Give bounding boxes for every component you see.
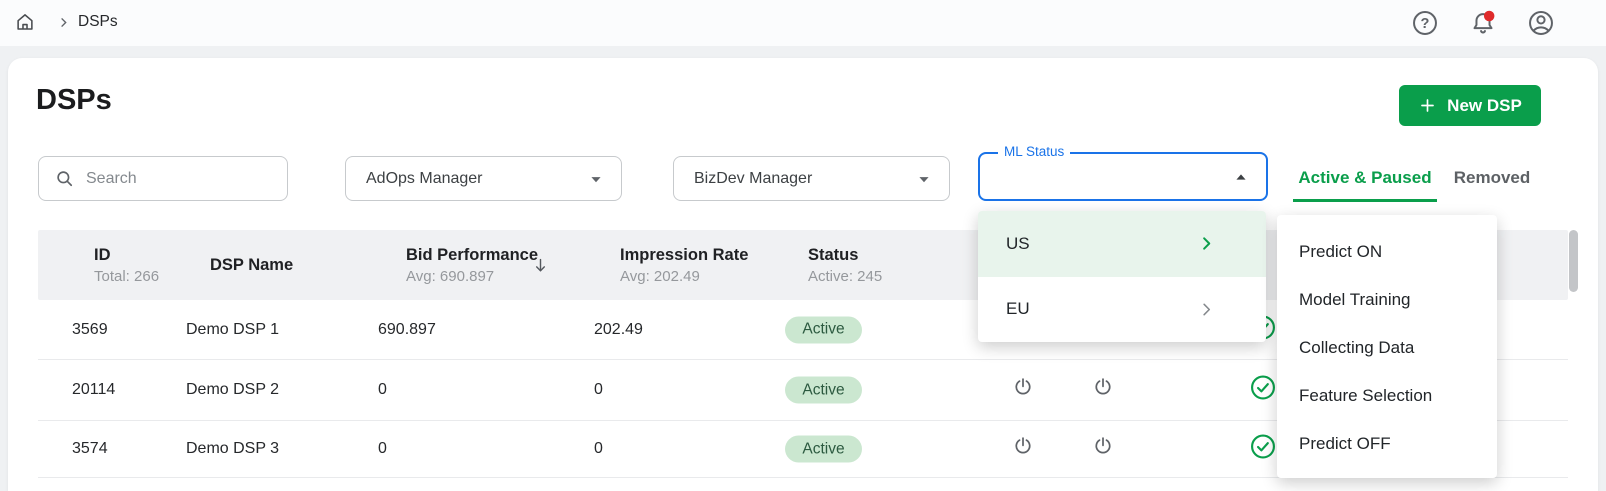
adops-manager-value: AdOps Manager — [366, 170, 585, 188]
active-tab-underline — [1293, 199, 1437, 202]
tab-removed-label: Removed — [1454, 168, 1531, 188]
status-badge: Active — [785, 316, 862, 343]
column-title: Bid Performance — [406, 245, 538, 266]
notifications-icon[interactable] — [1469, 9, 1497, 37]
new-dsp-button-label: New DSP — [1447, 96, 1522, 116]
tab-active-paused[interactable]: Active & Paused — [1293, 156, 1437, 200]
topbar: DSPs ? — [0, 0, 1606, 46]
ml-status-label: ML Status — [998, 144, 1070, 159]
column-subtitle: Active: 245 — [808, 268, 882, 285]
check-circle-icon — [1250, 433, 1277, 465]
column-header-dsp-name: DSP Name — [210, 230, 293, 300]
cell-bid-performance: 690.897 — [378, 321, 436, 339]
vertical-scrollbar-thumb[interactable] — [1569, 230, 1578, 292]
column-subtitle: Avg: 690.897 — [406, 268, 538, 285]
column-header-id: ID Total: 266 — [94, 230, 159, 300]
cell-dsp-name: Demo DSP 1 — [186, 321, 279, 339]
column-title: ID — [94, 245, 159, 266]
svg-text:?: ? — [1421, 16, 1430, 32]
cell-id: 20114 — [72, 381, 115, 399]
plus-icon — [1418, 96, 1437, 115]
account-icon[interactable] — [1527, 9, 1555, 37]
menu-item-us[interactable]: US — [978, 211, 1266, 277]
power-toggle-icon[interactable] — [1012, 435, 1035, 463]
sort-descending-icon[interactable] — [531, 256, 550, 280]
page-title: DSPs — [36, 84, 112, 117]
menu-item-predict-off[interactable]: Predict OFF — [1277, 420, 1497, 468]
content-card: DSPs New DSP AdOps Manager BizDev Manage… — [8, 58, 1598, 491]
bizdev-manager-value: BizDev Manager — [694, 170, 913, 188]
menu-item-feature-selection[interactable]: Feature Selection — [1277, 372, 1497, 420]
cell-bid-performance: 0 — [378, 381, 387, 399]
ml-status-region-menu: US EU — [978, 211, 1266, 342]
status-badge: Active — [785, 377, 862, 404]
status-badge: Active — [785, 436, 862, 463]
power-toggle-icon[interactable] — [1092, 376, 1115, 404]
chevron-down-icon — [585, 168, 607, 190]
ml-status-options-menu: Predict ON Model Training Collecting Dat… — [1277, 215, 1497, 478]
column-title: Status — [808, 245, 882, 266]
bizdev-manager-select[interactable]: BizDev Manager — [673, 156, 950, 201]
menu-item-eu[interactable]: EU — [978, 277, 1266, 343]
check-circle-icon — [1250, 374, 1277, 406]
chevron-up-icon — [1230, 166, 1252, 188]
notification-badge-dot — [1484, 11, 1495, 22]
cell-id: 3574 — [72, 440, 108, 458]
chevron-right-icon — [1197, 234, 1216, 253]
search-input[interactable] — [86, 157, 293, 200]
search-icon — [54, 168, 76, 190]
cell-impression-rate: 0 — [594, 440, 603, 458]
cell-impression-rate: 0 — [594, 381, 603, 399]
cell-dsp-name: Demo DSP 3 — [186, 440, 279, 458]
column-subtitle: Total: 266 — [94, 268, 159, 285]
column-header-bid-performance[interactable]: Bid Performance Avg: 690.897 — [406, 230, 538, 300]
column-subtitle: Avg: 202.49 — [620, 268, 748, 285]
breadcrumb-current: DSPs — [78, 13, 118, 31]
power-toggle-icon[interactable] — [1012, 376, 1035, 404]
help-icon[interactable]: ? — [1411, 9, 1439, 37]
column-header-status: Status Active: 245 — [808, 230, 882, 300]
menu-item-collecting-data[interactable]: Collecting Data — [1277, 324, 1497, 372]
column-title: DSP Name — [210, 255, 293, 276]
chevron-right-icon — [1197, 300, 1216, 319]
chevron-down-icon — [913, 168, 935, 190]
menu-item-label: EU — [1006, 299, 1197, 319]
adops-manager-select[interactable]: AdOps Manager — [345, 156, 622, 201]
menu-item-label: US — [1006, 234, 1197, 254]
cell-impression-rate: 202.49 — [594, 321, 643, 339]
menu-item-predict-on[interactable]: Predict ON — [1277, 228, 1497, 276]
tab-removed[interactable]: Removed — [1444, 156, 1540, 200]
new-dsp-button[interactable]: New DSP — [1399, 85, 1541, 126]
column-header-impression-rate: Impression Rate Avg: 202.49 — [620, 230, 748, 300]
cell-bid-performance: 0 — [378, 440, 387, 458]
menu-item-model-training[interactable]: Model Training — [1277, 276, 1497, 324]
cell-id: 3569 — [72, 321, 108, 339]
home-icon[interactable] — [14, 11, 36, 33]
cell-dsp-name: Demo DSP 2 — [186, 381, 279, 399]
ml-status-select[interactable]: ML Status — [978, 152, 1268, 201]
breadcrumb-chevron-icon — [56, 15, 71, 30]
search-field — [38, 156, 288, 201]
column-title: Impression Rate — [620, 245, 748, 266]
power-toggle-icon[interactable] — [1092, 435, 1115, 463]
tab-active-paused-label: Active & Paused — [1298, 168, 1431, 188]
